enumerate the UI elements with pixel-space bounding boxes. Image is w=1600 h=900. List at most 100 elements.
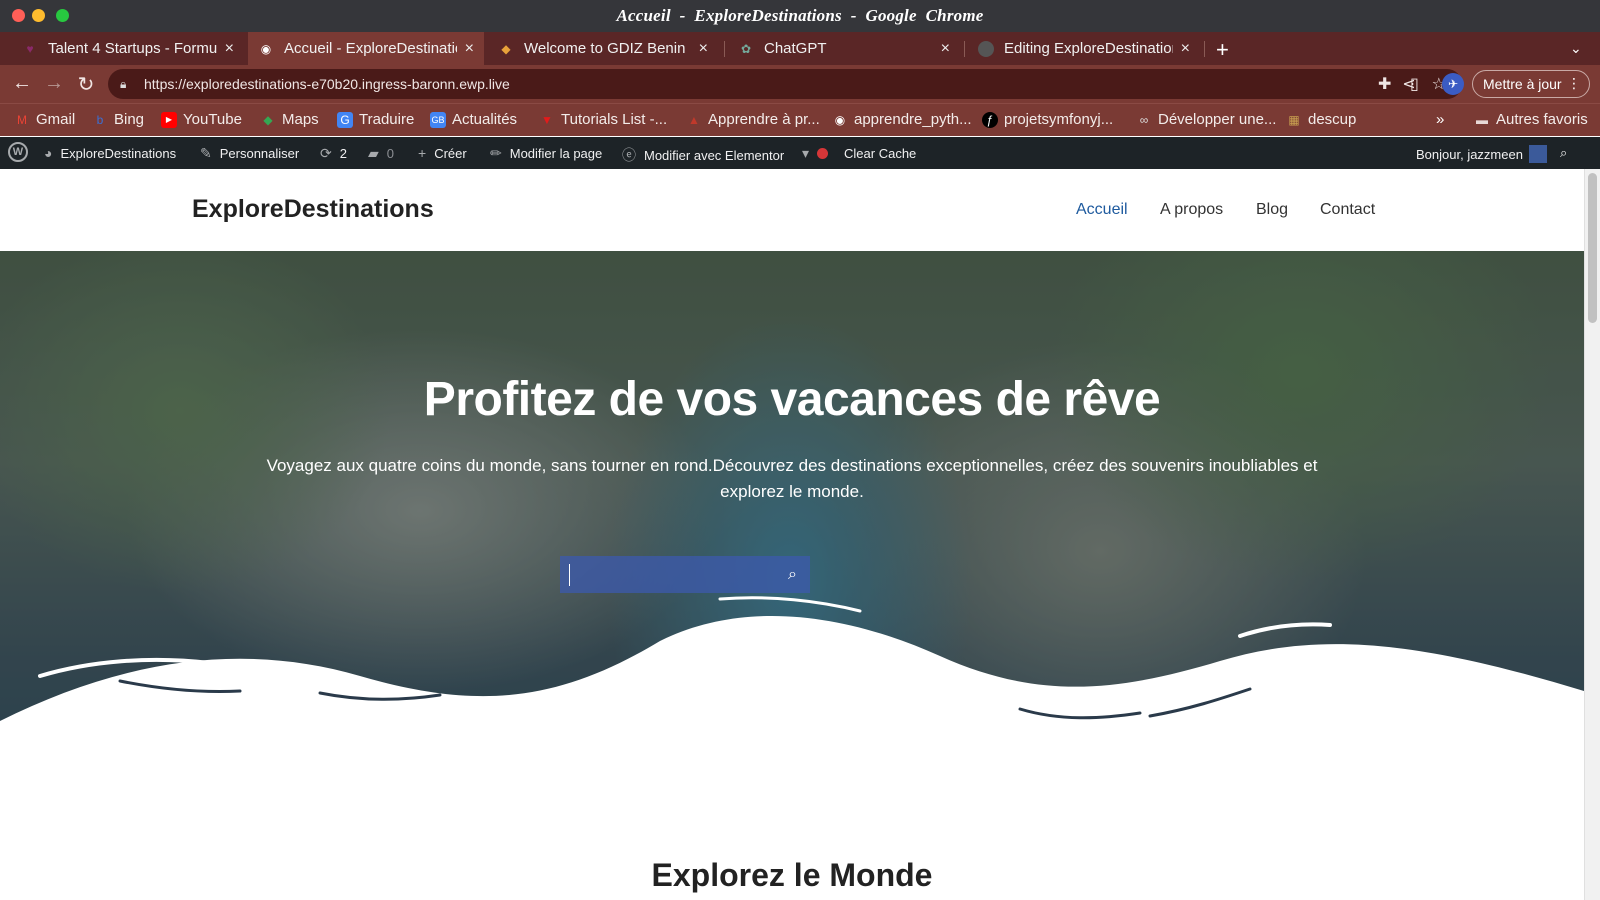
tab-separator xyxy=(964,41,965,57)
bookmarks-overflow-icon[interactable]: » xyxy=(1436,111,1444,128)
bookmark-bing[interactable]: b Bing xyxy=(92,111,144,128)
plus-icon: + xyxy=(418,145,427,161)
nav-accueil[interactable]: Accueil xyxy=(1076,201,1128,219)
admin-greeting: Bonjour, jazzmeen xyxy=(1416,146,1523,162)
updates-icon: ⟳ xyxy=(320,145,332,161)
folder-icon: ▬ xyxy=(1476,112,1488,127)
bookmark-traduire[interactable]: G Traduire xyxy=(337,111,414,128)
hero-section: Profitez de vos vacances de rêve Voyagez… xyxy=(0,251,1584,781)
admin-account-link[interactable]: Bonjour, jazzmeen xyxy=(1416,145,1547,163)
back-arrow-icon[interactable]: ← xyxy=(10,72,34,95)
admin-elementor-link[interactable]: ⓔ Modifier avec Elementor xyxy=(622,145,784,165)
bookmark-youtube[interactable]: ▶ YouTube xyxy=(161,111,242,128)
tab-separator xyxy=(1204,41,1205,57)
admin-edit-page-link[interactable]: ✏ Modifier la page xyxy=(490,145,602,162)
wave-divider xyxy=(0,596,1584,781)
descup-icon: ▦ xyxy=(1288,112,1300,127)
bookmark-label: descup xyxy=(1308,111,1357,128)
tab-talent4startups[interactable]: ♥ Talent 4 Startups - Formula × xyxy=(12,32,244,65)
bookmark-label: Développer une... xyxy=(1158,111,1277,128)
tab-label: Welcome to GDIZ Benin xyxy=(524,40,686,57)
wordpress-logo-icon[interactable]: W xyxy=(8,142,28,162)
site-title[interactable]: ExploreDestinations xyxy=(192,195,434,224)
admin-comments-link[interactable]: ▰ 0 xyxy=(368,145,394,162)
gmail-icon: M xyxy=(17,112,27,127)
profile-avatar-icon[interactable]: ✈ xyxy=(1442,73,1464,95)
tab-accueil[interactable]: ◉ Accueil - ExploreDestinations × xyxy=(248,32,484,65)
url-text[interactable]: https://exploredestinations-e70b20.ingre… xyxy=(144,76,1402,92)
nav-contact[interactable]: Contact xyxy=(1320,201,1375,219)
bookmark-label: projetsymfonyj... xyxy=(1004,111,1114,128)
bookmark-projetsymfony[interactable]: ƒ projetsymfonyj... xyxy=(982,111,1113,128)
globe-favicon-icon: ◉ xyxy=(260,41,272,56)
hero-title: Profitez de vos vacances de rêve xyxy=(423,373,1161,426)
tab-close-icon[interactable]: × xyxy=(225,40,234,58)
bookmark-descup[interactable]: ▦ descup xyxy=(1286,111,1356,128)
admin-customize-label: Personnaliser xyxy=(219,146,300,161)
maps-icon: ◆ xyxy=(263,112,273,127)
bookmark-gmail[interactable]: M Gmail xyxy=(14,111,75,128)
user-avatar-icon xyxy=(1528,145,1547,163)
bookmark-label: Apprendre à pr... xyxy=(708,111,820,128)
dev-icon: ∞ xyxy=(1139,112,1149,127)
admin-clear-cache-link[interactable]: ▾ Clear Cache xyxy=(802,145,916,162)
bookmark-label: Traduire xyxy=(359,111,415,128)
admin-customize-link[interactable]: ✎ Personnaliser xyxy=(200,145,299,162)
github-favicon-icon xyxy=(978,40,994,57)
heart-favicon-icon: ♥ xyxy=(26,41,34,56)
bookmark-label: Maps xyxy=(282,111,319,128)
tab-search-chevron-icon[interactable]: ⌄ xyxy=(1570,40,1582,57)
tab-chatgpt[interactable]: ✿ ChatGPT × xyxy=(728,32,960,65)
bookmark-apprendre-python[interactable]: ◉ apprendre_pyth... xyxy=(832,111,972,128)
browser-toolbar: ← → ↻ 🔒︎ https://exploredestinations-e70… xyxy=(0,65,1600,103)
lock-icon[interactable]: 🔒︎ xyxy=(120,77,134,92)
nav-blog[interactable]: Blog xyxy=(1256,201,1288,219)
extensions-puzzle-icon[interactable]: ✚ xyxy=(1378,74,1391,94)
comment-bubble-icon: ▰ xyxy=(368,145,379,161)
tab-close-icon[interactable]: × xyxy=(465,40,474,58)
translate-icon: G xyxy=(337,111,353,128)
admin-search-icon[interactable]: ⌕ xyxy=(1560,145,1567,161)
bookmark-maps[interactable]: ◆ Maps xyxy=(260,111,319,128)
new-tab-icon[interactable]: + xyxy=(1216,37,1229,63)
bookmark-label: Autres favoris xyxy=(1496,111,1588,128)
scrollbar-thumb[interactable] xyxy=(1588,173,1597,323)
bookmark-label: YouTube xyxy=(183,111,242,128)
bookmark-other-folder[interactable]: ▬ Autres favoris xyxy=(1474,111,1588,128)
bookmark-label: apprendre_pyth... xyxy=(854,111,972,128)
admin-create-link[interactable]: + Créer xyxy=(418,145,467,161)
pencil-icon: ✏ xyxy=(490,145,502,161)
bookmark-label: Bing xyxy=(114,111,145,128)
site-header: ExploreDestinations Accueil A propos Blo… xyxy=(0,169,1584,251)
globe-icon: ◉ xyxy=(834,112,846,127)
bookmark-developper[interactable]: ∞ Développer une... xyxy=(1136,111,1277,128)
reload-icon[interactable]: ↻ xyxy=(74,72,98,97)
tab-label: ChatGPT xyxy=(764,40,827,57)
bookmark-actualites[interactable]: GB Actualités xyxy=(430,111,517,128)
tab-label: Talent 4 Startups - Formula xyxy=(48,40,217,57)
side-panel-icon[interactable]: ▯ xyxy=(1410,74,1419,94)
status-red-dot-icon xyxy=(817,148,829,159)
nav-a-propos[interactable]: A propos xyxy=(1160,201,1223,219)
page-scrollbar[interactable] xyxy=(1584,169,1600,900)
bookmark-apprendre[interactable]: ▲ Apprendre à pr... xyxy=(686,111,820,128)
forward-arrow-icon[interactable]: → xyxy=(42,72,66,95)
tab-separator xyxy=(724,41,725,57)
tab-label: Editing ExploreDestinations xyxy=(1004,40,1173,57)
tab-close-icon[interactable]: × xyxy=(699,40,708,58)
bookmark-tutorials[interactable]: ▼ Tutorials List -... xyxy=(539,111,667,128)
tab-close-icon[interactable]: × xyxy=(941,40,950,58)
tab-github[interactable]: Editing ExploreDestinations × xyxy=(968,32,1200,65)
tab-gdiz[interactable]: ◆ Welcome to GDIZ Benin × xyxy=(488,32,718,65)
tab-strip: ♥ Talent 4 Startups - Formula × ◉ Accuei… xyxy=(0,32,1600,65)
learn-icon: ▲ xyxy=(688,112,700,127)
admin-clear-cache-label: Clear Cache xyxy=(844,146,917,161)
yoast-icon: ▾ xyxy=(802,145,810,161)
admin-edit-page-label: Modifier la page xyxy=(509,146,603,161)
update-button[interactable]: Mettre à jour ⋮ xyxy=(1472,70,1590,98)
admin-site-link[interactable]: ◕ ExploreDestinations xyxy=(44,145,176,161)
admin-updates-link[interactable]: ⟳ 2 xyxy=(320,145,347,162)
tab-close-icon[interactable]: × xyxy=(1181,40,1190,58)
kebab-menu-icon[interactable]: ⋮ xyxy=(1567,75,1581,92)
address-bar[interactable]: 🔒︎ https://exploredestinations-e70b20.in… xyxy=(108,69,1462,99)
